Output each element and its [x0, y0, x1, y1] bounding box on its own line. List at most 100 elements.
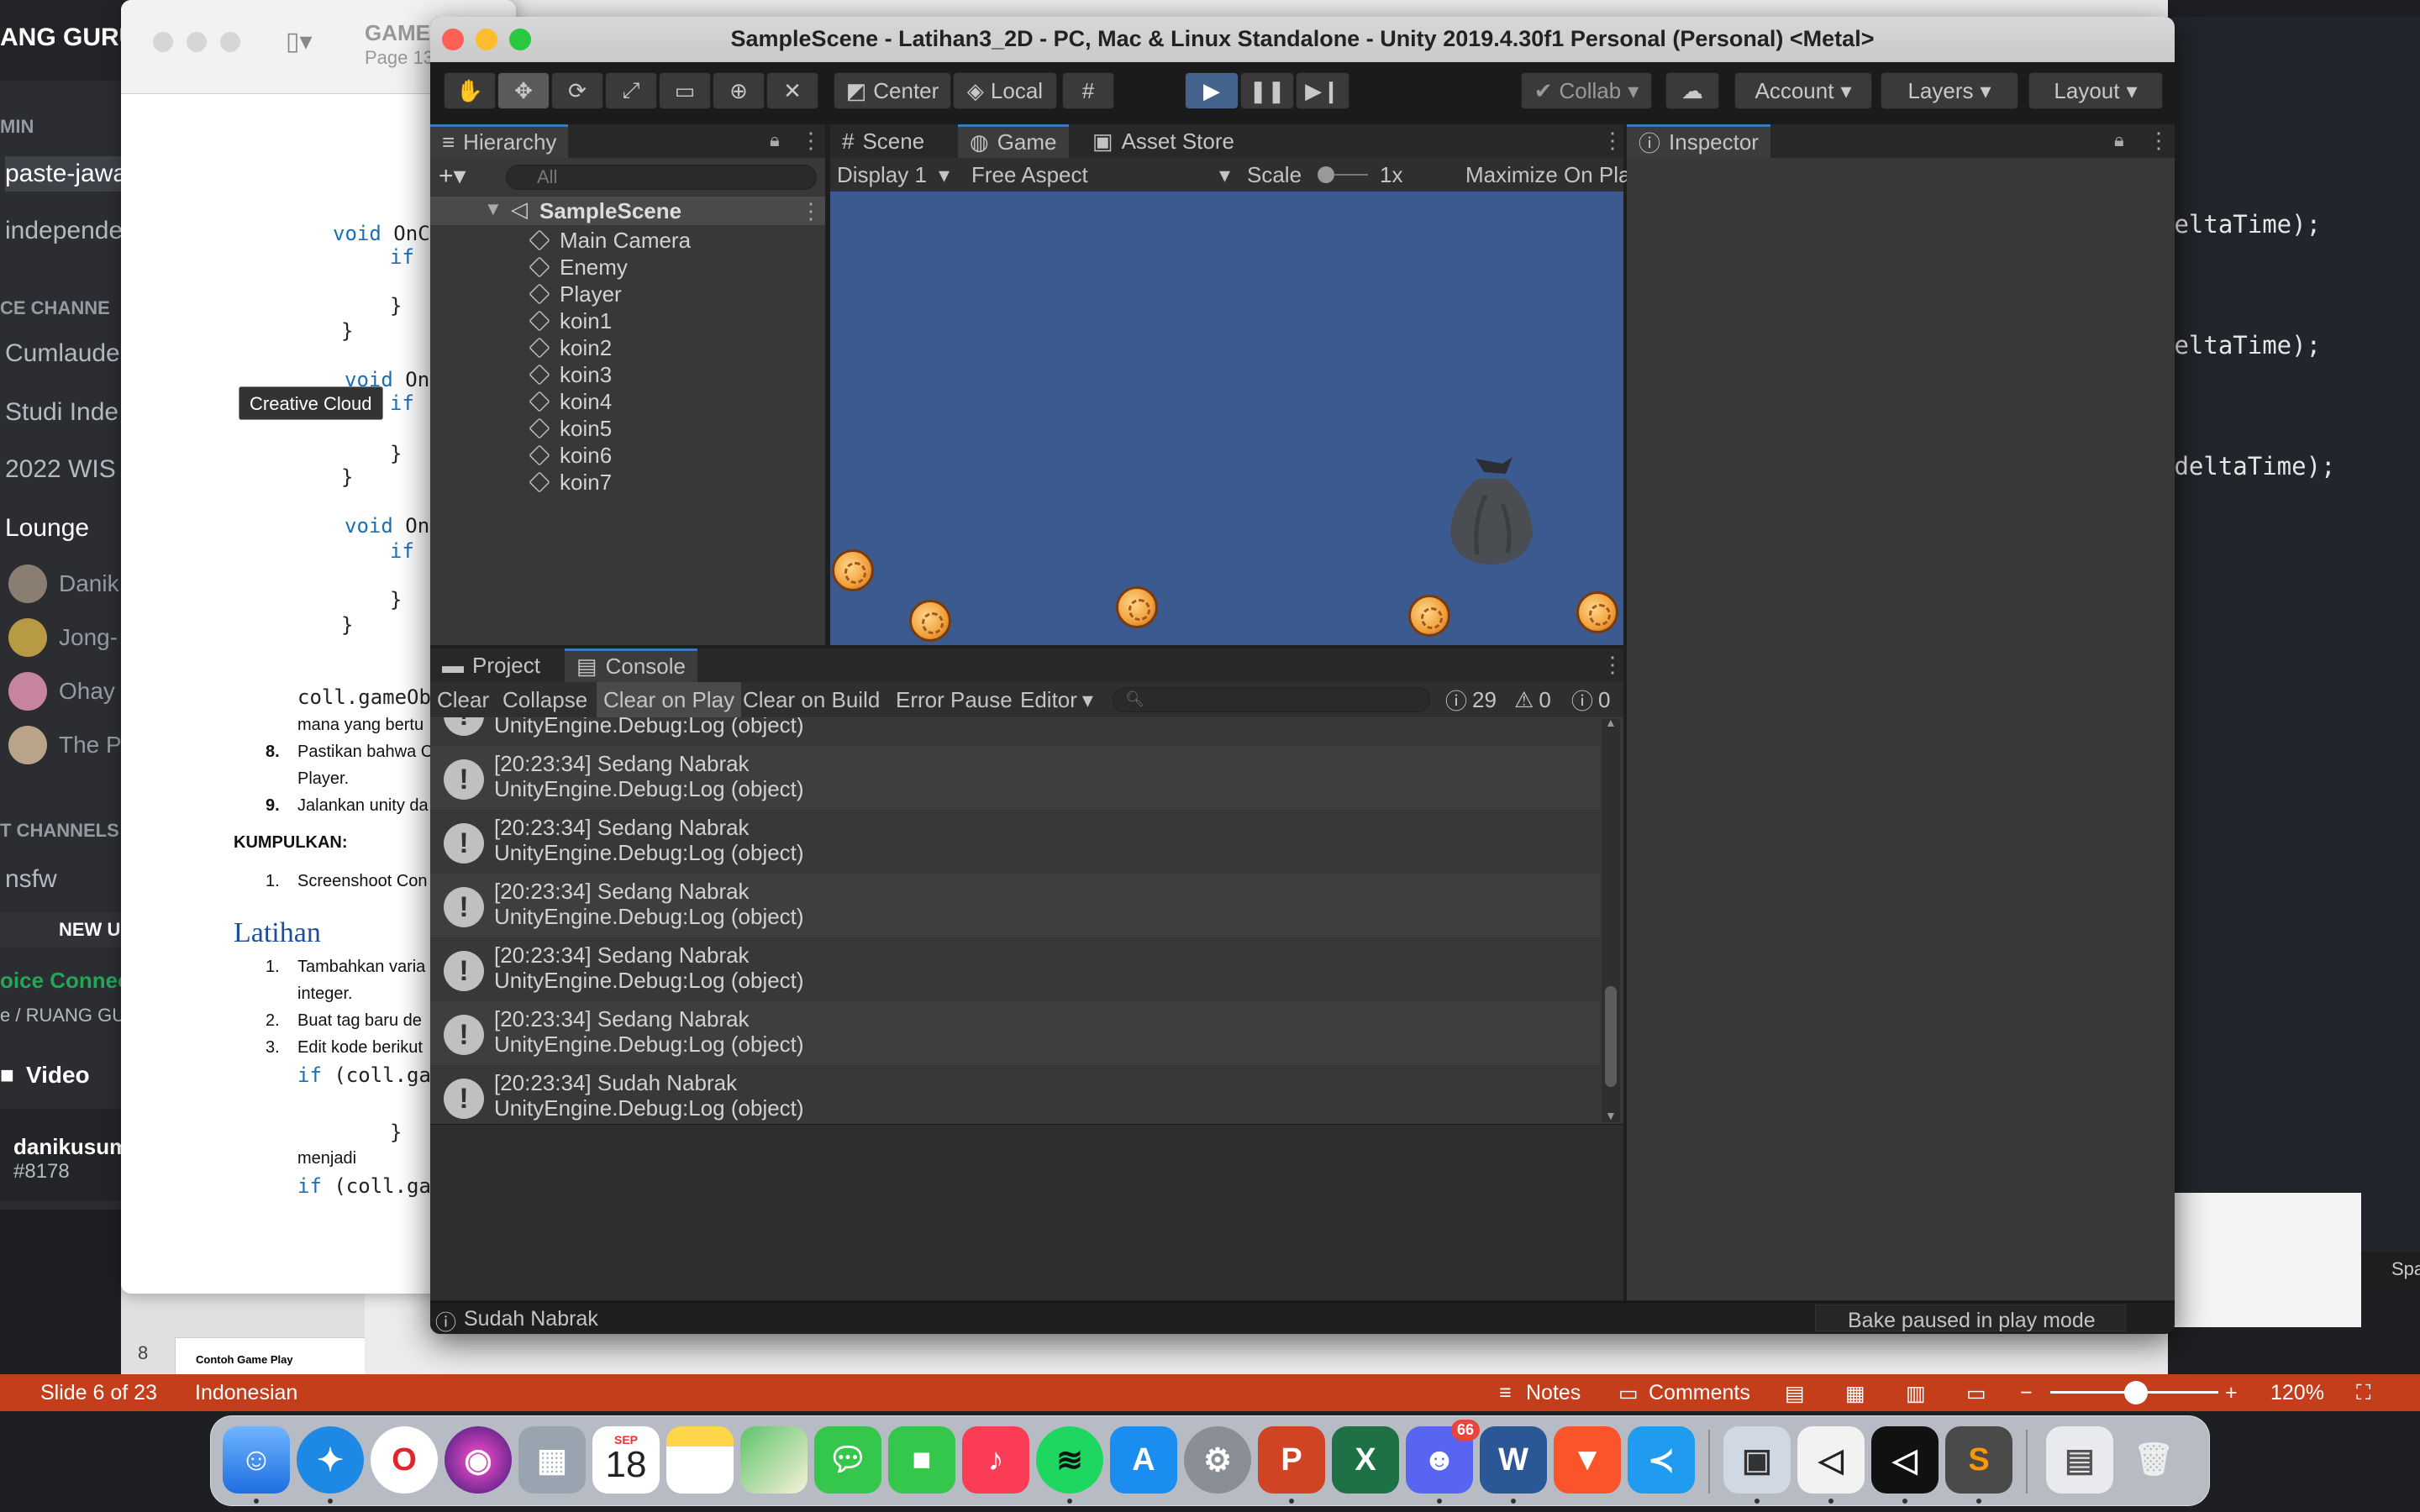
user-panel[interactable]: danikusum #8178	[0, 1109, 134, 1201]
hand-tool-icon[interactable]: ✋	[444, 72, 496, 109]
more-icon[interactable]: ⋮	[1602, 652, 1623, 678]
tab-asset-store[interactable]: ▣ Asset Store	[1081, 124, 1246, 158]
log-entry[interactable]: ! [20:23:34] Sedang Nabrak UnityEngine.D…	[430, 810, 1600, 874]
close-button[interactable]	[442, 29, 464, 50]
more-icon[interactable]: ⋮	[1602, 128, 1623, 154]
word-icon[interactable]: W	[1480, 1426, 1547, 1494]
play-button[interactable]: ▶	[1185, 72, 1239, 109]
preview-icon[interactable]: ▣	[1723, 1426, 1791, 1494]
zoom-button[interactable]	[509, 29, 531, 50]
scale-tool-icon[interactable]: ⤢	[605, 72, 657, 109]
reading-view-icon[interactable]: ▥	[1906, 1381, 1926, 1406]
maps-icon[interactable]	[740, 1426, 808, 1494]
custom-tool-icon[interactable]: ✕	[766, 72, 818, 109]
trash-icon[interactable]: 🗑︎	[2120, 1426, 2187, 1494]
channel-category[interactable]: T CHANNELS	[0, 820, 119, 842]
music-icon[interactable]: ♪	[962, 1426, 1029, 1494]
lock-icon[interactable]: 🔒︎	[770, 129, 780, 151]
discord-icon[interactable]: ☻ 66	[1406, 1420, 1480, 1494]
channel-cumlaude[interactable]: Cumlaude	[5, 339, 120, 368]
step-button[interactable]: ▶❙	[1296, 72, 1349, 109]
powerpoint-icon[interactable]: P	[1258, 1426, 1325, 1494]
layers-dropdown[interactable]: Layers ▾	[1881, 72, 2018, 109]
scroll-up-icon[interactable]: ▲	[1605, 716, 1617, 729]
hierarchy-item[interactable]: koin2	[529, 334, 612, 361]
rect-tool-icon[interactable]: ▭	[659, 72, 711, 109]
safari-icon[interactable]: ✦	[297, 1426, 364, 1494]
video-button[interactable]: ■ Video	[0, 1052, 126, 1099]
console-scrollbar[interactable]: ▲ ▼	[1602, 716, 1620, 1122]
more-icon[interactable]: ⋮	[2148, 128, 2170, 154]
scale-slider[interactable]	[1318, 158, 1368, 192]
warning-count-toggle[interactable]: ⚠ 0	[1514, 682, 1551, 717]
grid-snap-icon[interactable]: #	[1062, 72, 1114, 109]
aspect-dropdown[interactable]: Free Aspect ▾	[971, 158, 1239, 192]
tab-inspector[interactable]: ⓘ Inspector	[1627, 124, 1770, 158]
facetime-icon[interactable]: ■	[888, 1426, 955, 1494]
slide-sorter-icon[interactable]: ▦	[1845, 1381, 1865, 1406]
hierarchy-item[interactable]: koin5	[529, 415, 612, 442]
notes-button[interactable]: Notes	[1526, 1381, 1581, 1405]
minimize-button[interactable]	[187, 32, 207, 52]
cloud-icon[interactable]: ☁	[1665, 72, 1719, 109]
more-icon[interactable]: ⋮	[800, 128, 822, 154]
clear-button[interactable]: Clear	[430, 682, 496, 717]
siri-icon[interactable]: ◉	[445, 1426, 512, 1494]
hierarchy-item[interactable]: Enemy	[529, 254, 628, 281]
app-store-icon[interactable]: A	[1110, 1426, 1177, 1494]
add-dropdown-icon[interactable]: +▾	[439, 161, 466, 191]
zoom-slider-knob[interactable]	[2124, 1381, 2148, 1404]
pivot-local-toggle[interactable]: ◈ Local	[953, 72, 1057, 109]
language-indicator[interactable]: Indonesian	[195, 1381, 297, 1405]
channel-studi[interactable]: Studi Inde	[5, 398, 118, 427]
channel-independe[interactable]: independe	[5, 217, 123, 245]
game-view[interactable]	[830, 192, 1623, 645]
hierarchy-item[interactable]: Player	[529, 281, 622, 307]
log-entry[interactable]: ! [20:23:34] Sudah Nabrak UnityEngine.De…	[430, 1065, 1600, 1124]
vscode-icon[interactable]: ≺	[1628, 1426, 1695, 1494]
notes-app-icon[interactable]	[666, 1426, 734, 1494]
console-search-input[interactable]: 🔍︎	[1113, 687, 1430, 712]
zoom-in-icon[interactable]: +	[2225, 1381, 2238, 1405]
brave-icon[interactable]: ▼	[1554, 1426, 1621, 1494]
minimize-button[interactable]	[476, 29, 497, 50]
tab-scene[interactable]: # Scene	[830, 124, 936, 158]
comments-button[interactable]: Comments	[1649, 1381, 1750, 1405]
voice-member[interactable]: The P	[8, 724, 122, 766]
new-unreads-badge[interactable]: NEW U	[0, 912, 134, 948]
calendar-icon[interactable]: SEP 18	[592, 1426, 660, 1494]
transform-tool-icon[interactable]: ⊕	[713, 72, 765, 109]
hierarchy-item[interactable]: koin7	[529, 469, 612, 496]
log-entry[interactable]: ! [20:23:34] Sedang Nabrak UnityEngine.D…	[430, 1001, 1600, 1065]
collapse-button[interactable]: Collapse	[496, 682, 594, 717]
collab-dropdown[interactable]: ✔ Collab ▾	[1521, 72, 1652, 109]
tab-game[interactable]: ◍ Game	[958, 124, 1069, 158]
comments-icon[interactable]: ▭	[1618, 1381, 1639, 1406]
unity-icon[interactable]: ◁	[1871, 1426, 1939, 1494]
slideshow-icon[interactable]: ▭	[1966, 1381, 1986, 1406]
channel-category[interactable]: CE CHANNE	[0, 297, 110, 319]
channel-paste-jawa[interactable]: paste-jawa	[5, 156, 134, 192]
channel-nsfw[interactable]: nsfw	[5, 865, 57, 894]
pause-button[interactable]: ❚❚	[1240, 72, 1294, 109]
hierarchy-search-input[interactable]: All	[506, 165, 817, 190]
scene-more-icon[interactable]: ⋮	[800, 198, 822, 224]
close-button[interactable]	[153, 32, 173, 52]
channel-category[interactable]: MIN	[0, 116, 34, 138]
spotify-icon[interactable]: ≋	[1036, 1426, 1103, 1494]
downloads-stack-icon[interactable]: ▤	[2046, 1426, 2113, 1494]
hierarchy-item[interactable]: koin3	[529, 361, 612, 388]
channel-lounge[interactable]: Lounge	[5, 514, 89, 543]
zoom-button[interactable]	[220, 32, 240, 52]
clear-on-play-toggle[interactable]: Clear on Play	[597, 682, 742, 717]
voice-member[interactable]: Ohay	[8, 670, 115, 712]
voice-member[interactable]: Danik	[8, 563, 119, 605]
unity-hub-icon[interactable]: ◁	[1797, 1426, 1865, 1494]
sidebar-toggle-icon[interactable]: ▯▾	[286, 27, 313, 56]
messages-icon[interactable]: 💬︎	[814, 1426, 881, 1494]
layout-dropdown[interactable]: Layout ▾	[2028, 72, 2163, 109]
server-name[interactable]: ANG GURU	[0, 0, 134, 81]
finder-icon[interactable]: ☺	[223, 1426, 290, 1494]
notes-icon[interactable]: ≡	[1499, 1381, 1512, 1405]
normal-view-icon[interactable]: ▤	[1785, 1381, 1805, 1406]
